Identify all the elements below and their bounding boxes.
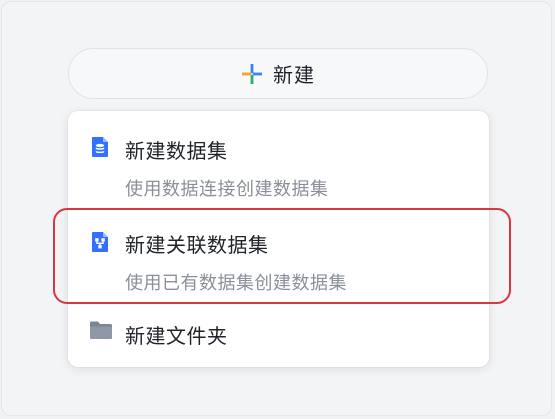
new-button[interactable]: 新建 bbox=[68, 48, 488, 99]
menu-item-title: 新建文件夹 bbox=[125, 324, 228, 348]
menu-item-new-joined-dataset[interactable]: 新建关联数据集 使用已有数据集创建数据集 bbox=[68, 207, 489, 305]
joined-dataset-icon bbox=[89, 231, 111, 253]
menu-item-new-dataset[interactable]: 新建数据集 使用数据连接创建数据集 bbox=[68, 111, 489, 207]
menu-item-description: 使用数据连接创建数据集 bbox=[125, 179, 329, 200]
menu-item-title: 新建关联数据集 bbox=[125, 233, 269, 257]
folder-icon bbox=[89, 319, 112, 341]
new-button-label: 新建 bbox=[273, 63, 315, 87]
colorful-plus-icon bbox=[241, 63, 263, 85]
menu-item-new-folder[interactable]: 新建文件夹 bbox=[68, 305, 489, 367]
menu-item-description: 使用已有数据集创建数据集 bbox=[125, 273, 347, 294]
dataset-icon bbox=[89, 136, 111, 158]
menu-item-title: 新建数据集 bbox=[125, 139, 228, 163]
new-dropdown-menu: 新建数据集 使用数据连接创建数据集 新建关联数据集 使用已有数据集创建数据集 新… bbox=[68, 111, 489, 367]
